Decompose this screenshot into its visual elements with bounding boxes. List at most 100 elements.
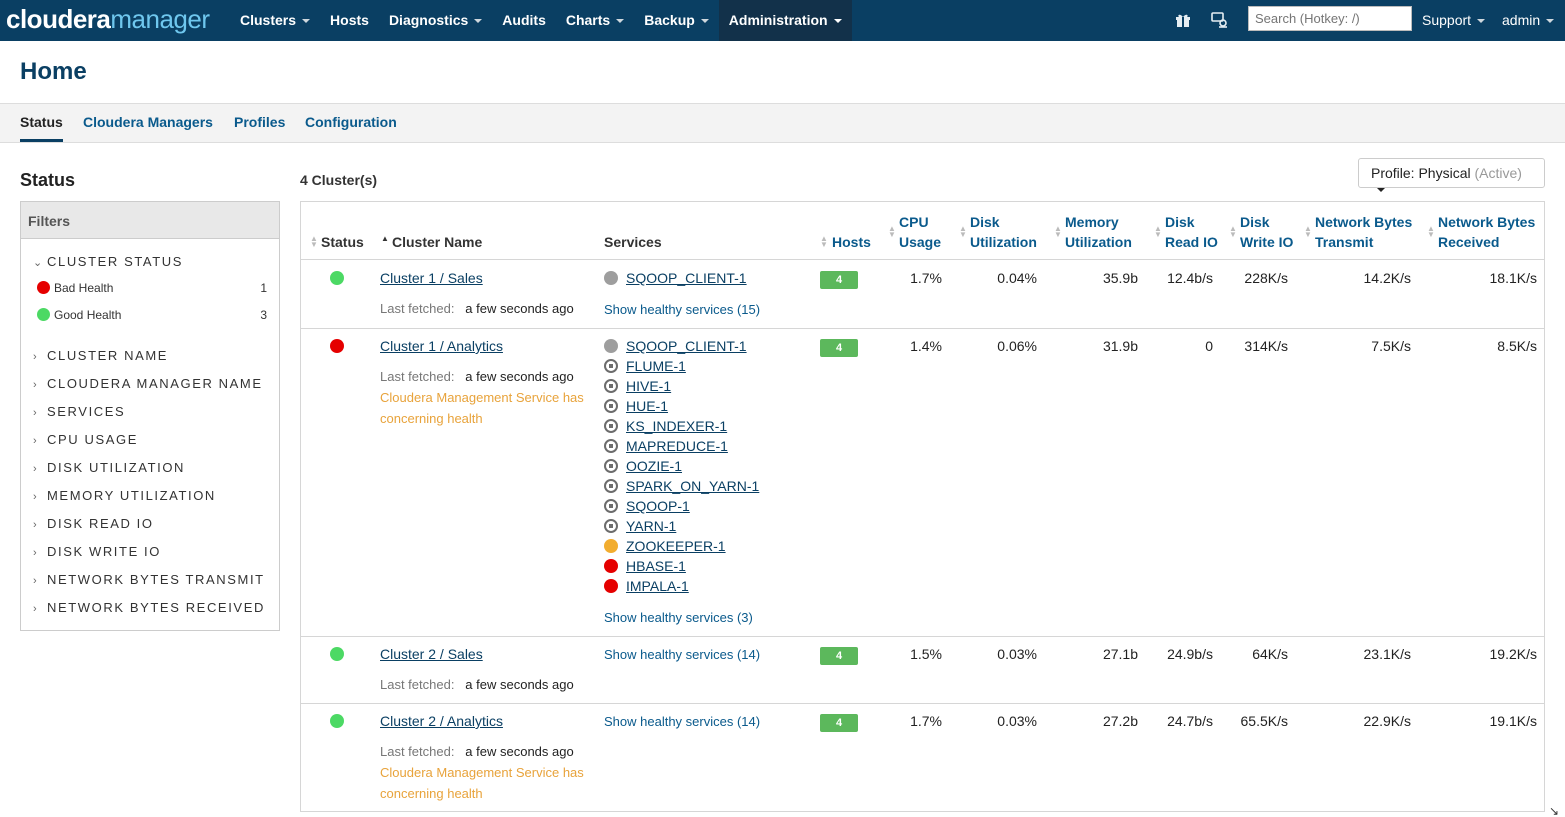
service-item[interactable]: SQOOP_CLIENT-1: [604, 338, 747, 354]
service-item[interactable]: HBASE-1: [604, 558, 686, 574]
tab-cloudera-managers[interactable]: Cloudera Managers: [83, 104, 213, 142]
memory-value: 27.2b: [1102, 713, 1138, 729]
switch-user-icon[interactable]: [1211, 11, 1229, 29]
col-cpu-usage[interactable]: CPU Usage: [899, 212, 941, 252]
service-link[interactable]: HBASE-1: [626, 558, 686, 574]
filter-bad-health[interactable]: Bad Health 1: [37, 281, 267, 295]
service-item[interactable]: FLUME-1: [604, 358, 686, 374]
resize-handle-icon[interactable]: ↘: [1549, 804, 1559, 817]
stopped-status-icon: [604, 439, 618, 453]
facet-network-bytes-received[interactable]: › NETWORK BYTES RECEIVED: [33, 600, 265, 615]
col-network-transmit[interactable]: Network Bytes Transmit: [1315, 212, 1412, 252]
tab-configuration[interactable]: Configuration: [305, 104, 397, 142]
facet-memory-utilization[interactable]: › MEMORY UTILIZATION: [33, 488, 216, 503]
service-link[interactable]: SQOOP_CLIENT-1: [626, 338, 747, 354]
facet-cpu-usage[interactable]: › CPU USAGE: [33, 432, 138, 447]
facet-cluster-status[interactable]: ⌄ CLUSTER STATUS: [33, 254, 183, 269]
hosts-count-badge[interactable]: 4: [820, 271, 858, 289]
facet-disk-read-io[interactable]: › DISK READ IO: [33, 516, 154, 531]
hosts-count-badge[interactable]: 4: [820, 339, 858, 357]
chevron-down-icon: ⌄: [33, 257, 44, 269]
logo-main-text: cloudera: [6, 4, 111, 34]
col-dwrite-line2: Write IO: [1240, 234, 1294, 250]
show-healthy-services-link[interactable]: Show healthy services (14): [604, 714, 760, 729]
col-status[interactable]: Status: [321, 232, 364, 252]
hosts-count-badge[interactable]: 4: [820, 714, 858, 732]
status-dot-icon: [330, 271, 344, 285]
facet-network-bytes-transmit[interactable]: › NETWORK BYTES TRANSMIT: [33, 572, 265, 587]
service-link[interactable]: YARN-1: [626, 518, 676, 534]
service-link[interactable]: MAPREDUCE-1: [626, 438, 728, 454]
hosts-count-badge[interactable]: 4: [820, 647, 858, 665]
service-item[interactable]: SQOOP-1: [604, 498, 690, 514]
cloudera-manager-logo[interactable]: clouderamanager: [6, 4, 210, 35]
service-item[interactable]: IMPALA-1: [604, 578, 689, 594]
service-link[interactable]: HIVE-1: [626, 378, 671, 394]
service-item[interactable]: ZOOKEEPER-1: [604, 538, 726, 554]
nav-charts[interactable]: Charts: [556, 0, 634, 41]
chevron-right-icon: ›: [33, 407, 39, 419]
service-item[interactable]: OOZIE-1: [604, 458, 682, 474]
nav-administration[interactable]: Administration: [718, 0, 852, 41]
service-link[interactable]: ZOOKEEPER-1: [626, 538, 726, 554]
filter-good-health[interactable]: Good Health 3: [37, 308, 267, 322]
nav-hosts[interactable]: Hosts: [320, 0, 379, 41]
stopped-status-icon: [604, 379, 618, 393]
service-link[interactable]: OOZIE-1: [626, 458, 682, 474]
cluster-link[interactable]: Cluster 2 / Sales: [380, 646, 483, 662]
facet-cluster-name[interactable]: › CLUSTER NAME: [33, 348, 168, 363]
last-fetched-label: Last fetched:: [380, 677, 455, 692]
service-link[interactable]: SQOOP_CLIENT-1: [626, 270, 747, 286]
service-item[interactable]: MAPREDUCE-1: [604, 438, 728, 454]
facet-label: DISK UTILIZATION: [47, 460, 186, 475]
col-cluster-name[interactable]: Cluster Name: [392, 232, 482, 252]
facet-disk-utilization[interactable]: › DISK UTILIZATION: [33, 460, 185, 475]
gift-icon[interactable]: [1175, 12, 1191, 28]
profile-dropdown[interactable]: Profile: Physical (Active): [1358, 158, 1545, 193]
service-link[interactable]: HUE-1: [626, 398, 668, 414]
facet-cloudera-manager-name[interactable]: › CLOUDERA MANAGER NAME: [33, 376, 263, 391]
service-link[interactable]: SQOOP-1: [626, 498, 690, 514]
net-transmit-value: 7.5K/s: [1371, 338, 1411, 354]
service-item[interactable]: HUE-1: [604, 398, 668, 414]
tab-profiles[interactable]: Profiles: [234, 104, 285, 142]
last-fetched-label: Last fetched:: [380, 369, 455, 384]
service-link[interactable]: IMPALA-1: [626, 578, 689, 594]
search-input[interactable]: [1248, 6, 1412, 31]
cluster-link[interactable]: Cluster 2 / Analytics: [380, 713, 503, 729]
col-hosts[interactable]: Hosts: [832, 232, 871, 252]
warning-line-2: concerning health: [380, 786, 483, 801]
nav-audits[interactable]: Audits: [492, 0, 556, 41]
col-disk-write-io[interactable]: Disk Write IO: [1240, 212, 1293, 252]
cluster-link[interactable]: Cluster 1 / Sales: [380, 270, 483, 286]
col-memory-utilization[interactable]: Memory Utilization: [1065, 212, 1132, 252]
service-link[interactable]: SPARK_ON_YARN-1: [626, 478, 759, 494]
show-healthy-services-link[interactable]: Show healthy services (14): [604, 647, 760, 662]
user-menu[interactable]: admin: [1502, 0, 1555, 41]
service-item[interactable]: SQOOP_CLIENT-1: [604, 270, 747, 286]
facet-disk-write-io[interactable]: › DISK WRITE IO: [33, 544, 161, 559]
service-item[interactable]: SPARK_ON_YARN-1: [604, 478, 759, 494]
service-link[interactable]: FLUME-1: [626, 358, 686, 374]
service-item[interactable]: YARN-1: [604, 518, 676, 534]
support-menu[interactable]: Support: [1422, 0, 1486, 41]
col-disk-utilization[interactable]: Disk Utilization: [970, 212, 1037, 252]
nav-backup[interactable]: Backup: [634, 0, 719, 41]
show-healthy-services-link[interactable]: Show healthy services (3): [604, 610, 753, 625]
disk-read-value: 24.9b/s: [1167, 646, 1213, 662]
tab-status[interactable]: Status: [20, 104, 63, 142]
service-link[interactable]: KS_INDEXER-1: [626, 418, 727, 434]
cluster-link[interactable]: Cluster 1 / Analytics: [380, 338, 503, 354]
service-item[interactable]: HIVE-1: [604, 378, 671, 394]
col-network-received[interactable]: Network Bytes Received: [1438, 212, 1535, 252]
last-fetched: Last fetched: a few seconds ago: [380, 369, 574, 384]
disk-write-value: 64K/s: [1252, 646, 1288, 662]
show-healthy-services-link[interactable]: Show healthy services (15): [604, 302, 760, 317]
nav-diagnostics[interactable]: Diagnostics: [379, 0, 492, 41]
facet-services[interactable]: › SERVICES: [33, 404, 125, 419]
service-item[interactable]: KS_INDEXER-1: [604, 418, 727, 434]
col-ntx-line1: Network Bytes: [1315, 214, 1413, 230]
nav-clusters[interactable]: Clusters: [230, 0, 320, 41]
sort-icon: ▲ ▼: [310, 234, 318, 249]
col-disk-read-io[interactable]: Disk Read IO: [1165, 212, 1218, 252]
